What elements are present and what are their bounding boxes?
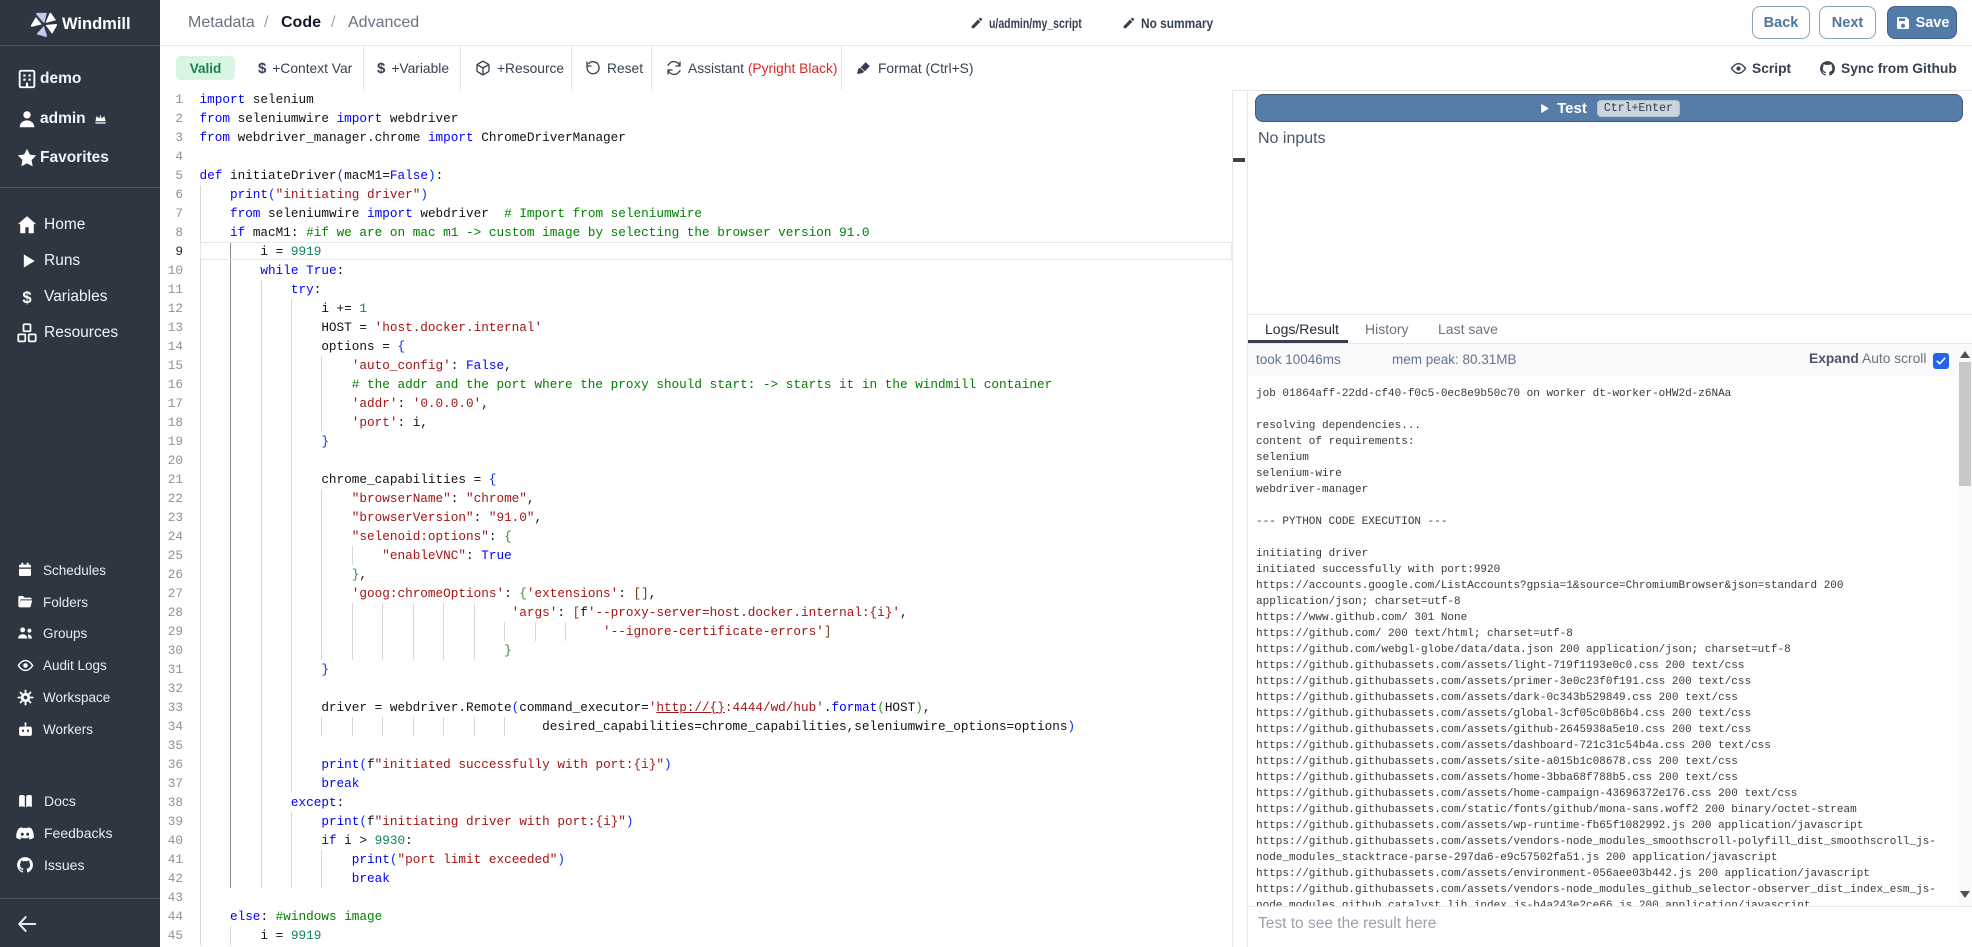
svg-text:$: $: [22, 287, 32, 306]
